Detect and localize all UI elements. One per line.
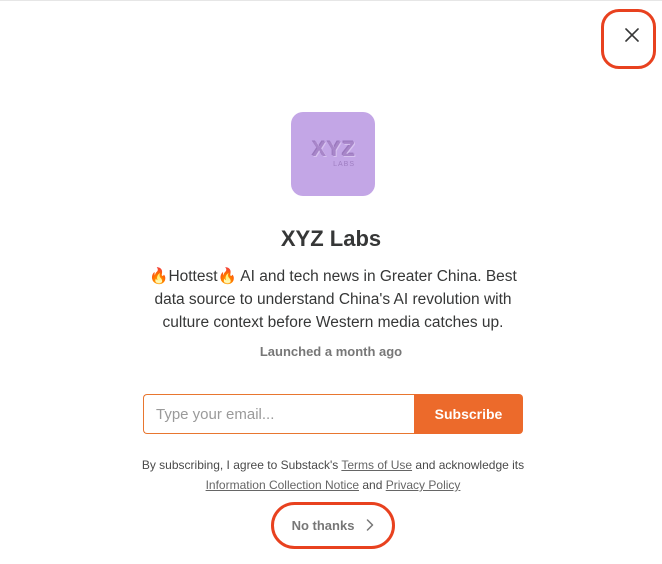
publication-title: XYZ Labs — [280, 226, 382, 251]
subscribe-modal: XYZ LABS XYZ Labs 🔥Hottest🔥 AI and tech … — [0, 0, 662, 564]
publication-description: 🔥Hottest🔥 AI and tech news in Greater Ch… — [149, 268, 517, 331]
close-icon — [625, 28, 639, 42]
publication-logo: XYZ LABS — [291, 112, 375, 196]
subscribe-form: Subscribe — [143, 394, 523, 434]
legal-and: and — [362, 478, 383, 492]
info-collection-link[interactable]: Information Collection Notice — [206, 478, 359, 492]
no-thanks-button[interactable]: No thanks — [281, 513, 385, 537]
email-input[interactable] — [143, 394, 414, 434]
logo-subtext: LABS — [333, 160, 355, 168]
terms-link[interactable]: Terms of Use — [341, 458, 412, 472]
subscribe-button[interactable]: Subscribe — [414, 394, 523, 434]
chevron-right-icon — [367, 519, 374, 531]
launch-date: Launched a month ago — [259, 344, 403, 359]
privacy-link[interactable]: Privacy Policy — [386, 478, 461, 492]
legal-prefix: By subscribing, I agree to Substack's — [141, 458, 339, 472]
legal-notice: By subscribing, I agree to Substack's Te… — [136, 455, 530, 495]
no-thanks-label: No thanks — [291, 517, 355, 533]
legal-mid: and acknowledge its — [415, 458, 525, 472]
close-button[interactable] — [619, 22, 645, 48]
logo-text: XYZ — [312, 137, 356, 161]
top-divider — [0, 0, 662, 1]
